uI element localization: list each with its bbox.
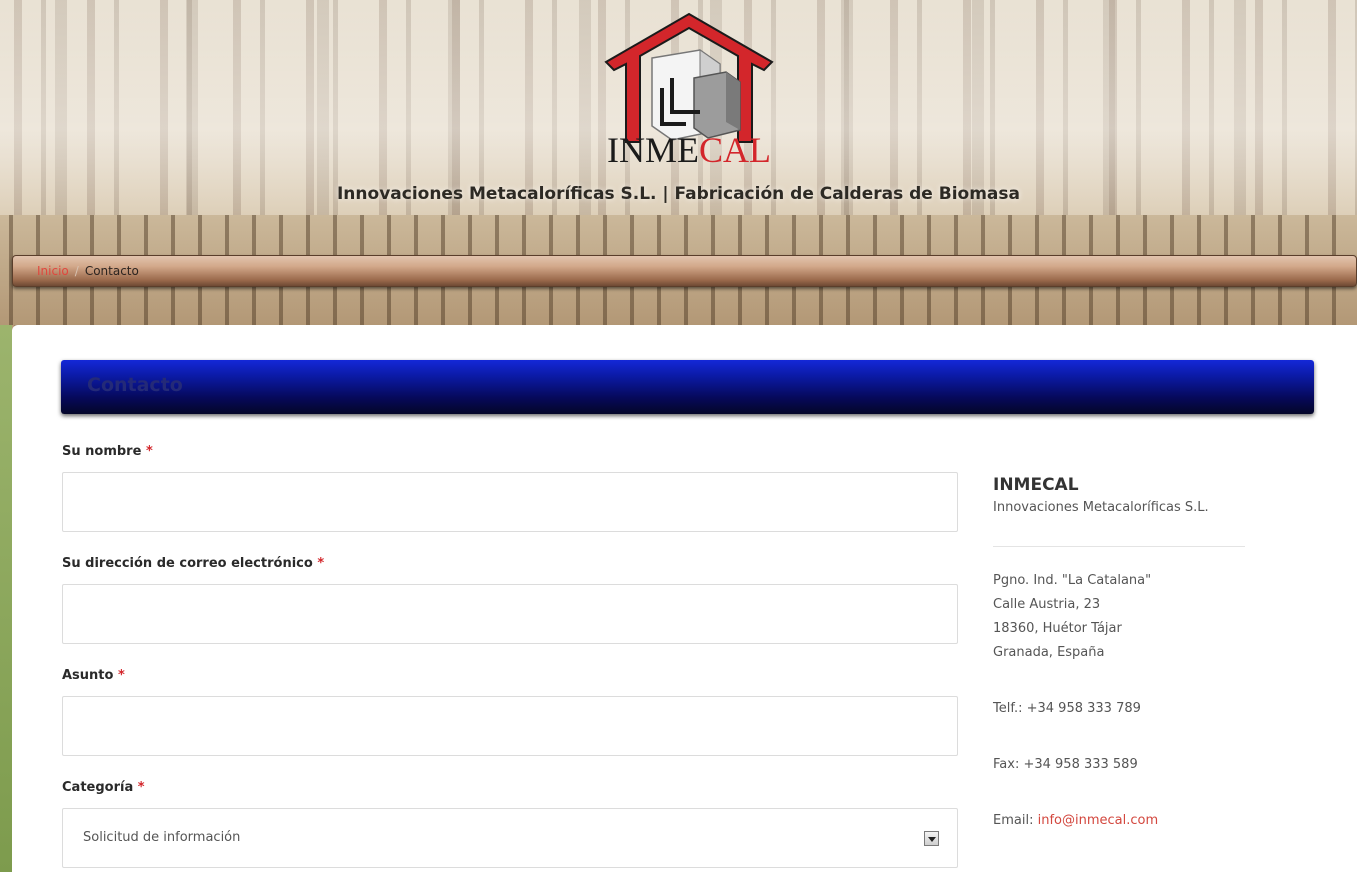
breadcrumb-home-link[interactable]: Inicio	[37, 264, 69, 278]
category-select[interactable]: Solicitud de información	[62, 808, 958, 868]
contact-email-row: Email: info@inmecal.com	[993, 809, 1253, 833]
content-panel: Contacto Su nombre * Su dirección de cor…	[12, 325, 1357, 872]
category-label-text: Categoría	[62, 780, 134, 795]
left-edge-background	[0, 325, 12, 872]
address-line: Granada, España	[993, 645, 1105, 660]
email-input[interactable]	[62, 584, 958, 644]
contact-info: INMECAL Innovaciones Metacaloríficas S.L…	[993, 473, 1253, 833]
breadcrumb-current: Contacto	[84, 264, 139, 278]
category-field-group: Categoría * Solicitud de información	[62, 778, 958, 868]
email-field-group: Su dirección de correo electrónico *	[62, 554, 958, 644]
category-selected-value: Solicitud de información	[83, 830, 241, 845]
contact-email-link[interactable]: info@inmecal.com	[1038, 813, 1159, 828]
required-mark: *	[145, 444, 153, 459]
page-header: Contacto	[61, 360, 1314, 414]
address-line: Calle Austria, 23	[993, 597, 1101, 612]
breadcrumb-separator: /	[74, 264, 79, 278]
category-label: Categoría *	[62, 778, 958, 798]
name-label: Su nombre *	[62, 442, 958, 462]
subject-label-text: Asunto	[62, 668, 114, 683]
logo-text-red: CAL	[699, 130, 771, 170]
site-tagline: Innovaciones Metacaloríficas S.L. | Fabr…	[336, 184, 1020, 204]
contact-form: Su nombre * Su dirección de correo elect…	[62, 442, 958, 872]
address-line: 18360, Huétor Tájar	[993, 621, 1122, 636]
email-label-text: Su dirección de correo electrónico	[62, 556, 313, 571]
contact-company-name: INMECAL	[993, 475, 1079, 495]
contact-email-label: Email:	[993, 813, 1034, 828]
breadcrumb: Inicio / Contacto	[12, 255, 1357, 287]
address-line: Pgno. Ind. "La Catalana"	[993, 573, 1152, 588]
subject-field-group: Asunto *	[62, 666, 958, 756]
subject-label: Asunto *	[62, 666, 958, 686]
subject-input[interactable]	[62, 696, 958, 756]
logo-wordmark[interactable]: INMECAL	[604, 130, 774, 170]
required-mark: *	[137, 780, 145, 795]
required-mark: *	[317, 556, 325, 571]
logo-text-black: INME	[607, 130, 699, 170]
name-input[interactable]	[62, 472, 958, 532]
contact-fax: Fax: +34 958 333 589	[993, 757, 1138, 772]
contact-phone: Telf.: +34 958 333 789	[993, 701, 1141, 716]
contact-divider	[993, 546, 1245, 547]
chevron-down-icon[interactable]	[924, 831, 939, 846]
required-mark: *	[118, 668, 125, 683]
contact-address: Pgno. Ind. "La Catalana" Calle Austria, …	[993, 569, 1253, 665]
page-title: Contacto	[87, 374, 183, 396]
email-label: Su dirección de correo electrónico *	[62, 554, 958, 574]
site-header: INMECAL Innovaciones Metacaloríficas S.L…	[0, 0, 1357, 215]
name-field-group: Su nombre *	[62, 442, 958, 532]
contact-company-full-name: Innovaciones Metacaloríficas S.L.	[993, 500, 1209, 515]
name-label-text: Su nombre	[62, 444, 142, 459]
